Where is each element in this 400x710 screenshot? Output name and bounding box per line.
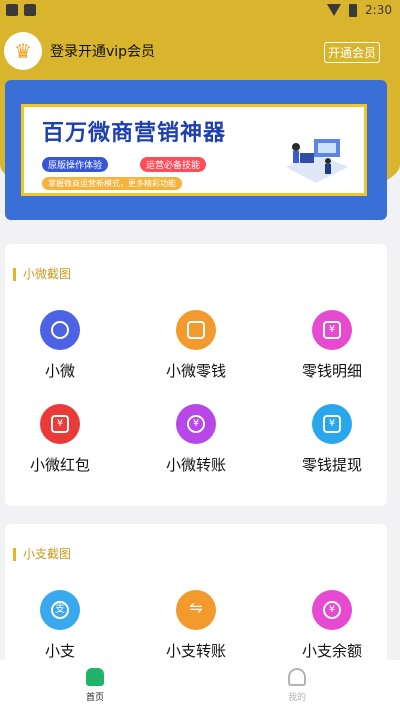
status-icons-left [6, 4, 36, 16]
wifi-icon [327, 4, 342, 16]
item-xiaowei[interactable]: 小微 [5, 310, 115, 381]
item-xiaozhi-transfer[interactable]: ⇋ 小支转账 [141, 590, 251, 661]
receipt-icon: ¥ [312, 310, 352, 350]
item-label: 零钱提现 [301, 456, 362, 474]
item-label: 小支转账 [165, 642, 226, 660]
promo-banner[interactable]: 百万微商营销神器 原版操作体验 运营必备技能 掌握微商运营新模式，更多精彩功能 [5, 80, 387, 220]
item-label: 小支 [44, 642, 75, 660]
battery-icon [349, 3, 358, 17]
avatar[interactable]: ♛ [4, 32, 42, 70]
item-withdraw[interactable]: ¥ 零钱提现 [277, 404, 387, 475]
nav-home-label: 首页 [85, 693, 104, 703]
bottom-nav: 首页 我的 [0, 660, 400, 710]
nav-home[interactable]: 首页 [70, 668, 120, 703]
banner-title: 百万微商营销神器 [42, 121, 227, 146]
user-icon [288, 668, 306, 686]
home-icon [86, 668, 104, 686]
open-vip-button[interactable]: 开通会员 [323, 42, 380, 63]
money-bag-icon: ¥ [312, 590, 352, 630]
alipay-icon: 支 [40, 590, 80, 630]
crown-icon: ♛ [14, 39, 32, 63]
item-xiaowei-change[interactable]: 小微零钱 [141, 310, 251, 381]
login-prompt[interactable]: 登录开通vip会员 [50, 41, 155, 61]
item-change-detail[interactable]: ¥ 零钱明细 [277, 310, 387, 381]
item-transfer[interactable]: ¥ 小微转账 [141, 404, 251, 475]
section-title: 小支截图 [13, 548, 71, 561]
item-label: 小微红包 [29, 456, 90, 474]
wallet-icon [176, 310, 216, 350]
transfer-icon: ¥ [176, 404, 216, 444]
section-xiaowei: 小微截图 小微 小微零钱 ¥ 零钱明细 ¥ 小微红包 ¥ 小微转账 ¥ 零钱提现 [5, 244, 387, 506]
chat-icon [40, 310, 80, 350]
red-packet-icon: ¥ [40, 404, 80, 444]
notification-icon [6, 4, 18, 16]
item-label: 小微转账 [165, 456, 226, 474]
banner-tag-original: 原版操作体验 [42, 157, 109, 172]
nav-mine-label: 我的 [287, 693, 306, 703]
status-icons-right: 2:30 [327, 3, 392, 17]
item-label: 小微 [44, 362, 75, 380]
banner-panel: 百万微商营销神器 原版操作体验 运营必备技能 掌握微商运营新模式，更多精彩功能 [21, 104, 367, 196]
item-xiaozhi-balance[interactable]: ¥ 小支余额 [277, 590, 387, 661]
item-xiaozhi[interactable]: 支 小支 [5, 590, 115, 661]
withdraw-icon: ¥ [312, 404, 352, 444]
nav-mine[interactable]: 我的 [272, 668, 322, 703]
banner-tag-skills: 运营必备技能 [140, 157, 207, 172]
office-illustration-icon [286, 139, 348, 183]
item-label: 小支余额 [301, 642, 362, 660]
item-label: 小微零钱 [165, 362, 226, 380]
item-red-packet[interactable]: ¥ 小微红包 [5, 404, 115, 475]
banner-subtitle: 掌握微商运营新模式，更多精彩功能 [42, 177, 182, 190]
status-time: 2:30 [365, 3, 392, 17]
status-bar: 2:30 [0, 0, 400, 24]
item-label: 零钱明细 [301, 362, 362, 380]
swap-icon: ⇋ [176, 590, 216, 630]
app-icon [24, 4, 36, 16]
section-title: 小微截图 [13, 268, 71, 281]
